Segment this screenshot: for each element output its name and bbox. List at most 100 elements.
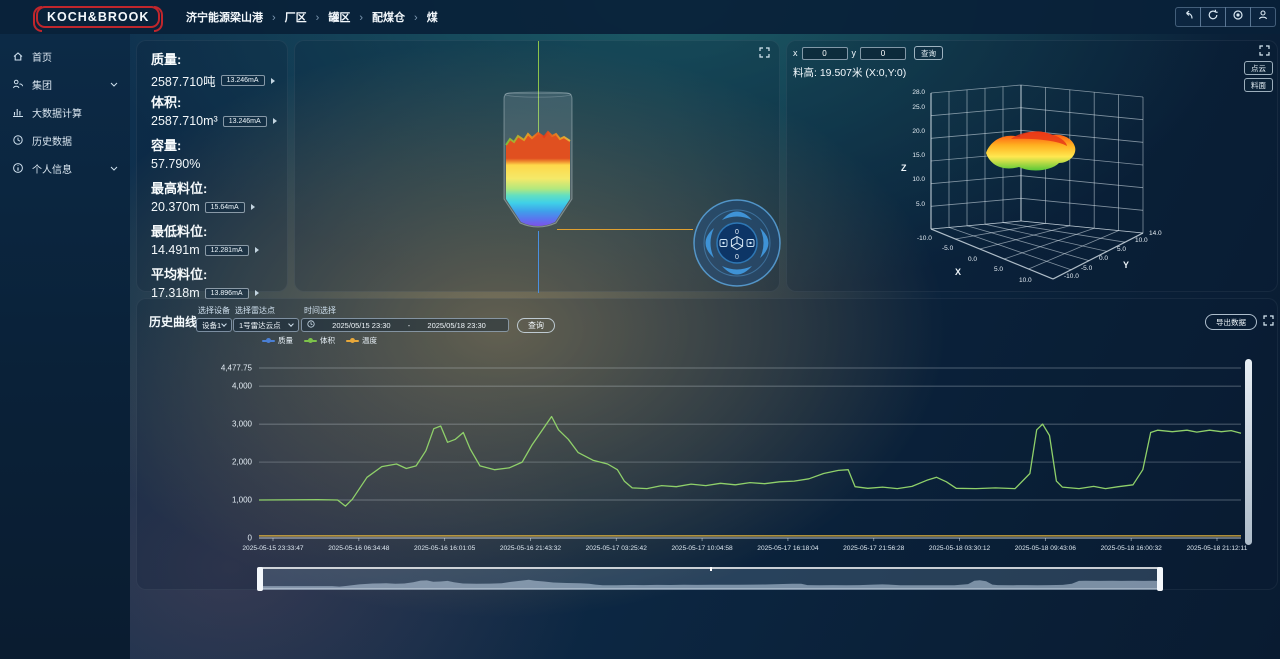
point-cloud-toggle-button[interactable]: 点云 xyxy=(1244,61,1273,75)
stat-value: 57.790% xyxy=(151,157,200,171)
stat-value: 20.370m xyxy=(151,200,200,214)
history-icon xyxy=(12,134,24,146)
stat-label: 最低料位: xyxy=(151,221,281,240)
brush-mini-chart xyxy=(260,569,1162,591)
fullscreen-icon xyxy=(1259,43,1270,61)
silo-3d-model[interactable] xyxy=(498,89,578,239)
z-tick: 28.0 xyxy=(895,89,925,96)
stat-expand-icon[interactable] xyxy=(251,204,255,210)
svg-text:2025-05-18 03:30:12: 2025-05-18 03:30:12 xyxy=(929,545,991,552)
breadcrumb-item-site[interactable]: 济宁能源梁山港 xyxy=(186,12,263,24)
home-icon xyxy=(12,50,24,62)
svg-text:2025-05-17 16:18:04: 2025-05-17 16:18:04 xyxy=(757,545,819,552)
fullscreen-button[interactable] xyxy=(1257,45,1271,59)
y-tick: 5.0 xyxy=(1117,246,1126,253)
height-coord: (X:0,Y:0) xyxy=(865,67,906,79)
z-axis-label: Z xyxy=(901,163,907,173)
svg-text:4,477.75: 4,477.75 xyxy=(221,364,253,373)
x-axis-label: X xyxy=(955,267,961,277)
stat-expand-icon[interactable] xyxy=(271,78,275,84)
y-tick: 14.0 xyxy=(1149,230,1162,237)
stat-value: 14.491m xyxy=(151,243,200,257)
sidebar-item-bigdata[interactable]: 大数据计算 xyxy=(0,98,130,126)
gizmo-bottom-value: 0 xyxy=(735,254,739,261)
stat-label: 最高料位: xyxy=(151,178,281,197)
breadcrumb-item-tank-area[interactable]: 罐区 xyxy=(328,12,350,24)
stat-expand-icon[interactable] xyxy=(255,247,259,253)
x-tick: 5.0 xyxy=(994,266,1003,273)
svg-text:0: 0 xyxy=(248,534,253,543)
gizmo-top-value: 0 xyxy=(735,229,739,236)
svg-text:1,000: 1,000 xyxy=(232,496,253,505)
y-axis-label: Y xyxy=(1123,260,1129,270)
breadcrumb-item-material[interactable]: 煤 xyxy=(427,12,438,24)
svg-text:2025-05-16 06:34:48: 2025-05-16 06:34:48 xyxy=(328,545,390,552)
stat-value: 2587.710m³ xyxy=(151,114,218,128)
svg-text:2,000: 2,000 xyxy=(232,458,253,467)
z-tick: 10.0 xyxy=(895,176,925,183)
chevron-down-icon xyxy=(110,163,118,174)
silo-material-fill xyxy=(506,132,570,226)
breadcrumb-item-silo[interactable]: 配煤仓 xyxy=(372,12,405,24)
svg-text:2025-05-15 23:33:47: 2025-05-15 23:33:47 xyxy=(242,545,304,552)
z-tick: 5.0 xyxy=(895,201,925,208)
vertical-scrollbar[interactable] xyxy=(1245,359,1252,545)
x-tick: -5.0 xyxy=(942,245,953,252)
y-input-label: y xyxy=(852,48,857,58)
material-height-readout: 料高: 19.507米 (X:0,Y:0) xyxy=(793,65,906,80)
profile-info-icon xyxy=(12,162,24,174)
current-ma-badge: 12.281mA xyxy=(205,245,249,256)
breadcrumb-item-area[interactable]: 厂区 xyxy=(285,12,307,24)
refresh-button[interactable] xyxy=(1200,7,1226,27)
record-icon xyxy=(1232,8,1244,26)
y-tick: -10.0 xyxy=(1064,273,1079,280)
stat-value: 2587.710吨 xyxy=(151,71,216,90)
chart-zoom-brush[interactable] xyxy=(259,567,1161,589)
stat-label: 体积: xyxy=(151,92,281,111)
current-ma-badge: 13.896mA xyxy=(205,288,249,299)
sidebar-item-home[interactable]: 首页 xyxy=(0,42,130,70)
current-ma-badge: 15.64mA xyxy=(205,202,245,213)
history-line-chart[interactable]: 01,0002,0003,0004,0004,477.752025-05-15 … xyxy=(137,299,1279,591)
stat-label: 平均料位: xyxy=(151,264,281,283)
svg-text:4,000: 4,000 xyxy=(232,382,253,391)
sidebar-item-group[interactable]: 集团 xyxy=(0,70,130,98)
brush-left-handle[interactable] xyxy=(257,567,263,591)
y-coordinate-input[interactable] xyxy=(860,47,906,60)
x-input-label: x xyxy=(793,48,798,58)
refresh-icon xyxy=(1207,8,1219,26)
breadcrumb-separator: › xyxy=(359,12,363,24)
surface-3d-plot[interactable] xyxy=(891,83,1191,292)
breadcrumb-separator: › xyxy=(316,12,320,24)
brand-logo[interactable]: KOCH&BROOK xyxy=(36,6,160,28)
svg-text:2025-05-18 09:43:06: 2025-05-18 09:43:06 xyxy=(1015,545,1077,552)
sidebar-item-label: 集团 xyxy=(32,77,52,92)
current-ma-badge: 13.246mA xyxy=(221,75,265,86)
avatar-icon xyxy=(1257,8,1269,26)
back-button[interactable] xyxy=(1175,7,1201,27)
fullscreen-button[interactable] xyxy=(757,47,771,61)
record-button[interactable] xyxy=(1225,7,1251,27)
material-surface-toggle-button[interactable]: 料面 xyxy=(1244,78,1273,92)
stat-expand-icon[interactable] xyxy=(255,290,259,296)
stat-label: 容量: xyxy=(151,135,281,154)
sidebar-item-label: 大数据计算 xyxy=(32,105,82,120)
x-coordinate-input[interactable] xyxy=(802,47,848,60)
history-panel: 历史曲线 选择设备 设备1 选择雷达点 1号雷达云点 时间选择 2025/05/… xyxy=(136,298,1278,590)
3d-navigation-gizmo[interactable]: 0 0 xyxy=(689,195,785,291)
brush-right-handle[interactable] xyxy=(1157,567,1163,591)
user-button[interactable] xyxy=(1250,7,1276,27)
x-tick: 10.0 xyxy=(1019,277,1032,284)
sidebar-item-history[interactable]: 历史数据 xyxy=(0,126,130,154)
brush-center-notch xyxy=(710,567,712,571)
surface-3d-panel: x y 查询 料高: 19.507米 (X:0,Y:0) 点云 料面 xyxy=(786,40,1278,292)
stat-expand-icon[interactable] xyxy=(273,118,277,124)
group-icon xyxy=(12,78,24,90)
dashboard-root: KOCH&BROOK 济宁能源梁山港›厂区›罐区›配煤仓›煤 首页 集团 大数据… xyxy=(0,0,1280,659)
back-icon xyxy=(1182,8,1194,26)
svg-text:2025-05-16 21:43:32: 2025-05-16 21:43:32 xyxy=(500,545,562,552)
sidebar-item-profile[interactable]: 个人信息 xyxy=(0,154,130,182)
chevron-down-icon xyxy=(110,79,118,90)
svg-text:2025-05-17 03:25:42: 2025-05-17 03:25:42 xyxy=(586,545,648,552)
coordinate-query-button[interactable]: 查询 xyxy=(914,46,943,60)
